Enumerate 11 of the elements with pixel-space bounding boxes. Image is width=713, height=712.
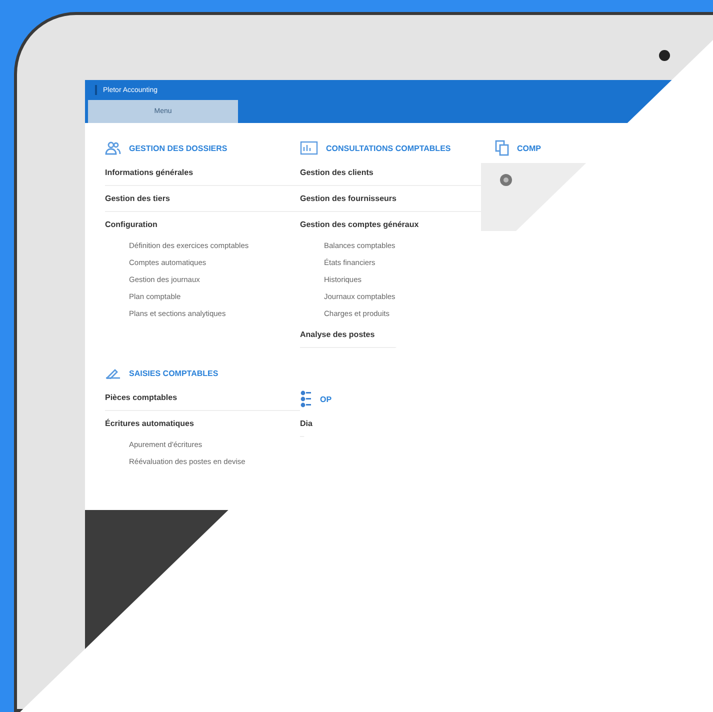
camera-icon [659, 50, 670, 61]
pencil-icon [105, 367, 121, 379]
section-title: GESTION DES DOSSIERS [129, 144, 228, 152]
people-icon [105, 141, 121, 155]
section-title: COMP [517, 144, 541, 152]
section-title: CONSULTATIONS COMPTABLES [326, 144, 451, 152]
section-title: SAISIES COMPTABLES [129, 368, 218, 378]
chart-icon [300, 141, 318, 155]
list-icon [300, 390, 312, 408]
document-icon [495, 140, 509, 156]
section-title: OP [320, 394, 332, 404]
